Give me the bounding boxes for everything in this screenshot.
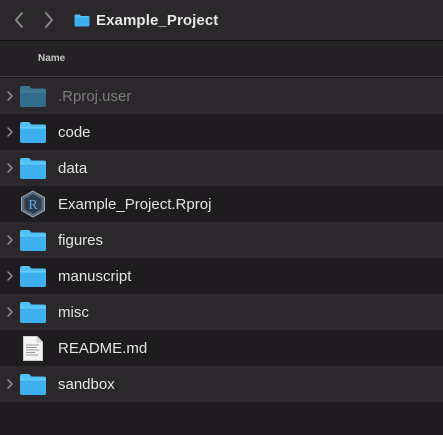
disclosure-triangle[interactable]	[5, 163, 15, 173]
folder-icon	[18, 82, 48, 110]
folder-icon	[18, 262, 48, 290]
markdown-file-icon	[18, 334, 48, 362]
disclosure-triangle[interactable]	[5, 271, 15, 281]
chevron-left-icon	[15, 12, 23, 28]
folder-icon	[18, 370, 48, 398]
rproj-file-icon: R	[18, 190, 48, 218]
window-title: Example_Project	[96, 11, 219, 29]
folder-icon	[18, 118, 48, 146]
file-name: .Rproj.user	[58, 87, 132, 105]
chevron-right-icon	[45, 12, 53, 28]
toolbar: Example_Project	[0, 0, 443, 41]
file-name: misc	[58, 303, 89, 321]
file-name: data	[58, 159, 88, 177]
file-list: .Rproj.user code data R Example_Project.Rpro…	[0, 78, 443, 402]
file-row[interactable]: manuscript	[0, 258, 443, 294]
file-row[interactable]: sandbox	[0, 366, 443, 402]
file-row[interactable]: .Rproj.user	[0, 78, 443, 114]
file-row[interactable]: misc	[0, 294, 443, 330]
disclosure-triangle[interactable]	[5, 91, 15, 101]
folder-icon	[18, 298, 48, 326]
chevron-right-icon	[7, 307, 13, 317]
chevron-right-icon	[7, 127, 13, 137]
name-column-header[interactable]: Name	[38, 53, 65, 64]
chevron-right-icon	[7, 379, 13, 389]
file-name: figures	[58, 231, 104, 249]
file-name: manuscript	[58, 267, 132, 285]
back-button[interactable]	[4, 5, 34, 35]
file-row[interactable]: README.md	[0, 330, 443, 366]
column-header: Name	[0, 41, 443, 77]
file-row[interactable]: data	[0, 150, 443, 186]
chevron-right-icon	[7, 235, 13, 245]
chevron-right-icon	[7, 91, 13, 101]
file-row[interactable]: code	[0, 114, 443, 150]
forward-button[interactable]	[34, 5, 64, 35]
finder-window: Example_Project Name .Rproj.user code data…	[0, 0, 443, 435]
chevron-right-icon	[7, 271, 13, 281]
file-name: sandbox	[58, 375, 115, 393]
disclosure-triangle[interactable]	[5, 127, 15, 137]
folder-icon	[74, 14, 90, 26]
disclosure-triangle[interactable]	[5, 379, 15, 389]
svg-text:R: R	[28, 198, 38, 213]
chevron-right-icon	[7, 163, 13, 173]
file-name: code	[58, 123, 91, 141]
file-row[interactable]: R Example_Project.Rproj	[0, 186, 443, 222]
disclosure-triangle[interactable]	[5, 307, 15, 317]
folder-icon	[18, 154, 48, 182]
file-row[interactable]: figures	[0, 222, 443, 258]
file-name: README.md	[58, 339, 148, 357]
disclosure-triangle[interactable]	[5, 235, 15, 245]
folder-icon	[18, 226, 48, 254]
file-name: Example_Project.Rproj	[58, 195, 212, 213]
